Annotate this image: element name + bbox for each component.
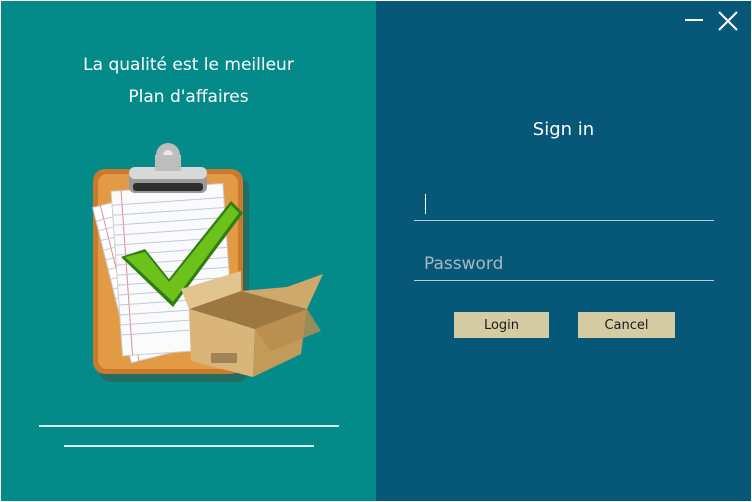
tagline-line-2: Plan d'affaires bbox=[128, 87, 249, 107]
close-icon bbox=[718, 11, 738, 31]
password-field bbox=[414, 248, 714, 281]
password-input[interactable] bbox=[414, 248, 714, 280]
signin-panel: Sign in Login Cancel bbox=[376, 1, 751, 501]
text-caret bbox=[425, 194, 426, 214]
signin-title: Sign in bbox=[532, 119, 595, 140]
tagline-line-1: La qualité est le meilleur bbox=[83, 55, 294, 75]
cancel-button[interactable]: Cancel bbox=[578, 312, 675, 338]
minimize-button[interactable] bbox=[682, 9, 706, 33]
decorative-divider-top bbox=[39, 425, 339, 427]
username-input[interactable] bbox=[414, 188, 714, 220]
username-field bbox=[414, 188, 714, 221]
decorative-divider-bottom bbox=[64, 445, 314, 447]
minimize-icon bbox=[685, 19, 703, 21]
branding-panel: La qualité est le meilleur Plan d'affair… bbox=[1, 1, 376, 501]
login-window: La qualité est le meilleur Plan d'affair… bbox=[1, 1, 751, 501]
clipboard-checkmark-box-icon bbox=[92, 143, 323, 382]
close-button[interactable] bbox=[716, 9, 740, 33]
login-button[interactable]: Login bbox=[454, 312, 549, 338]
